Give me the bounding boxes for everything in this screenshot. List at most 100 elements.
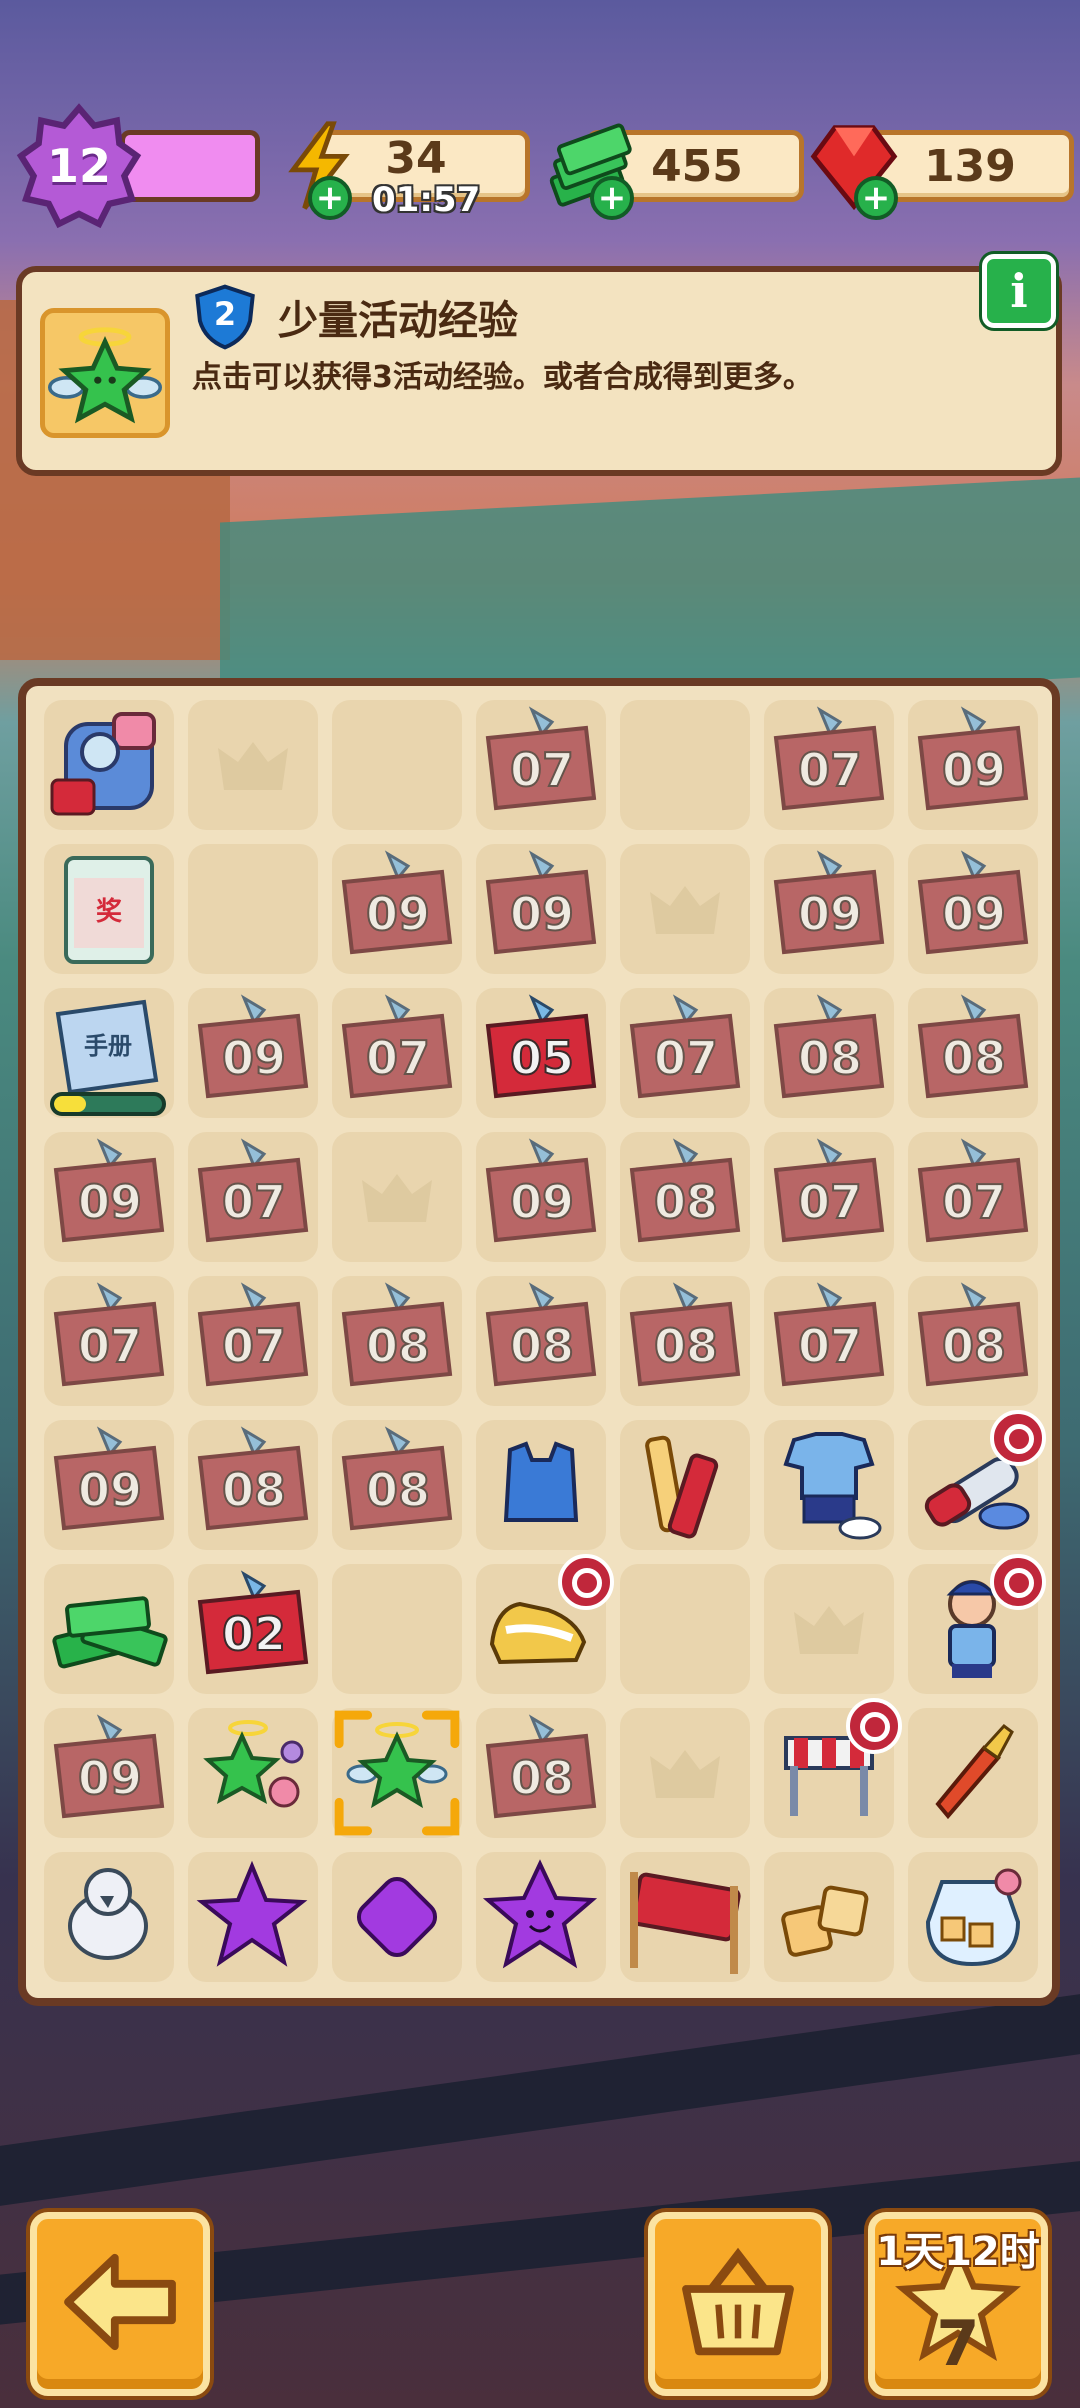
ticket-08-icon: 08 <box>917 994 1029 1099</box>
ticket-08-icon: 08 <box>917 1282 1029 1387</box>
background-rail <box>0 1994 1080 2206</box>
board-cell-ticket-08[interactable]: 08 <box>332 1276 462 1406</box>
svg-text:08: 08 <box>510 1319 574 1373</box>
board-cell-ticket-09[interactable]: 09 <box>908 844 1038 974</box>
board-cell-ticket-09[interactable]: 09 <box>188 988 318 1118</box>
board-cell-sneakers-locked[interactable] <box>476 1554 614 1694</box>
svg-text:07: 07 <box>798 743 862 797</box>
board-cell-cash-pile[interactable] <box>44 1564 174 1694</box>
board-cell-ticket-07[interactable]: 07 <box>908 1132 1038 1262</box>
board-cell-ticket-09[interactable]: 09 <box>908 700 1038 830</box>
svg-text:09: 09 <box>78 1463 142 1517</box>
board-cell-player-figure-locked[interactable] <box>908 1554 1046 1694</box>
board-cell-purple-star[interactable] <box>188 1852 318 1982</box>
board-cell-ticket-08[interactable]: 08 <box>476 1276 606 1406</box>
item-description: 点击可以获得3活动经验。或者合成得到更多。 <box>192 360 813 395</box>
board-cell-ticket-05-active[interactable]: 05 <box>476 988 606 1118</box>
generator-progress-bar <box>50 1092 166 1116</box>
board-cell-winged-star-cluster[interactable] <box>188 1708 318 1838</box>
board-cell-booklet-generator[interactable]: 手册 <box>44 988 174 1118</box>
empty-crown-icon <box>362 1174 432 1222</box>
board-cell-empty[interactable] <box>332 700 462 830</box>
level-number[interactable]: 12 <box>16 103 142 229</box>
svg-text:09: 09 <box>78 1751 142 1805</box>
board-cell-ticket-07[interactable]: 07 <box>44 1276 174 1406</box>
board-cell-ticket-07[interactable]: 07 <box>188 1132 318 1262</box>
board-cell-sugar-cubes[interactable] <box>764 1852 894 1982</box>
candy-jar-icon <box>925 1868 1022 1967</box>
board-cell-ticket-09[interactable]: 09 <box>44 1420 174 1550</box>
board-cell-sports-bottle-locked[interactable] <box>908 1410 1046 1550</box>
basket-button[interactable] <box>648 2212 828 2396</box>
svg-text:08: 08 <box>366 1463 430 1517</box>
board-cell-jersey-set[interactable] <box>764 1420 894 1550</box>
back-button[interactable] <box>30 2212 210 2396</box>
board-cell-ticket-02-active[interactable]: 02 <box>188 1564 318 1694</box>
ticket-07-icon: 07 <box>197 1138 309 1243</box>
svg-text:07: 07 <box>798 1319 862 1373</box>
board-cell-ticket-09[interactable]: 09 <box>764 844 894 974</box>
board-cell-purple-gem[interactable] <box>332 1852 462 1982</box>
winged-star-selected-icon <box>346 1722 448 1809</box>
board-cell-ticket-08[interactable]: 08 <box>476 1708 606 1838</box>
ticket-09-icon: 09 <box>197 994 309 1099</box>
board-cell-ticket-07[interactable]: 07 <box>476 700 606 830</box>
board-cell-empty-crown[interactable] <box>332 1132 462 1262</box>
board-cell-ticket-09[interactable]: 09 <box>332 844 462 974</box>
board-cell-empty-crown[interactable] <box>620 1708 750 1838</box>
board-cell-ticket-07[interactable]: 07 <box>332 988 462 1118</box>
board-cell-ticket-08[interactable]: 08 <box>764 988 894 1118</box>
board-cell-prize-box-generator[interactable]: 奖 <box>44 844 174 974</box>
ticket-08-icon: 08 <box>629 1282 741 1387</box>
svg-text:02: 02 <box>222 1607 286 1661</box>
ticket-07-icon: 07 <box>485 706 597 811</box>
add-gems-button[interactable]: + <box>854 176 898 220</box>
board-cell-ticket-08[interactable]: 08 <box>908 988 1038 1118</box>
board-cell-ticket-08[interactable]: 08 <box>620 1132 750 1262</box>
board-cell-cheer-sticks[interactable] <box>620 1420 750 1550</box>
board-cell-cheer-banner[interactable] <box>620 1852 750 1982</box>
info-button[interactable]: i <box>982 254 1056 328</box>
board-cell-winged-star-selected[interactable] <box>332 1708 462 1838</box>
board-cell-ticket-09[interactable]: 09 <box>44 1132 174 1262</box>
board-cell-candy-jar[interactable] <box>908 1852 1038 1982</box>
board-cell-empty[interactable] <box>188 844 318 974</box>
board-cell-empty[interactable] <box>620 1564 750 1694</box>
reward-star-button[interactable]: 1天12时 7 <box>868 2212 1048 2396</box>
board-cell-ticket-08[interactable]: 08 <box>188 1420 318 1550</box>
board-cell-ticket-08[interactable]: 08 <box>620 1276 750 1406</box>
cooldown-badge-icon <box>558 1554 614 1610</box>
board-cell-hurdle-locked[interactable] <box>764 1698 902 1838</box>
board-cell-ticket-07[interactable]: 07 <box>188 1276 318 1406</box>
add-cash-button[interactable]: + <box>590 176 634 220</box>
board-cell-ticket-07[interactable]: 07 <box>764 1132 894 1262</box>
ticket-09-icon: 09 <box>485 850 597 955</box>
board-cell-empty-crown[interactable] <box>620 844 750 974</box>
board-cell-ticket-08[interactable]: 08 <box>908 1276 1038 1406</box>
board-cell-empty-crown[interactable] <box>764 1564 894 1694</box>
board-cell-empty[interactable] <box>620 700 750 830</box>
board-cell-ticket-09[interactable]: 09 <box>44 1708 174 1838</box>
board-cell-ticket-09[interactable]: 09 <box>476 1132 606 1262</box>
ticket-08-icon: 08 <box>197 1426 309 1531</box>
add-energy-button[interactable]: + <box>308 176 352 220</box>
svg-text:08: 08 <box>510 1751 574 1805</box>
svg-text:08: 08 <box>654 1319 718 1373</box>
board-cell-duck[interactable] <box>44 1852 174 1982</box>
ticket-09-icon: 09 <box>917 850 1029 955</box>
board-cell-purple-star-face[interactable] <box>476 1852 606 1982</box>
board-cell-ticket-08[interactable]: 08 <box>332 1420 462 1550</box>
sugar-cubes-icon <box>781 1885 869 1957</box>
board-cell-ticket-07[interactable]: 07 <box>764 700 894 830</box>
board-cell-empty-crown[interactable] <box>188 700 318 830</box>
ticket-08-icon: 08 <box>341 1282 453 1387</box>
board-cell-blue-bag[interactable] <box>476 1420 606 1550</box>
board-cell-ticket-07[interactable]: 07 <box>620 988 750 1118</box>
board-cell-ticket-09[interactable]: 09 <box>476 844 606 974</box>
ticket-05-active-icon: 05 <box>485 994 597 1099</box>
board-cell-backpack-generator[interactable] <box>44 700 174 830</box>
board-cell-empty[interactable] <box>332 1564 462 1694</box>
board-cell-megaphone[interactable] <box>908 1708 1038 1838</box>
board-cell-ticket-07[interactable]: 07 <box>764 1276 894 1406</box>
cooldown-badge-icon <box>990 1410 1046 1466</box>
